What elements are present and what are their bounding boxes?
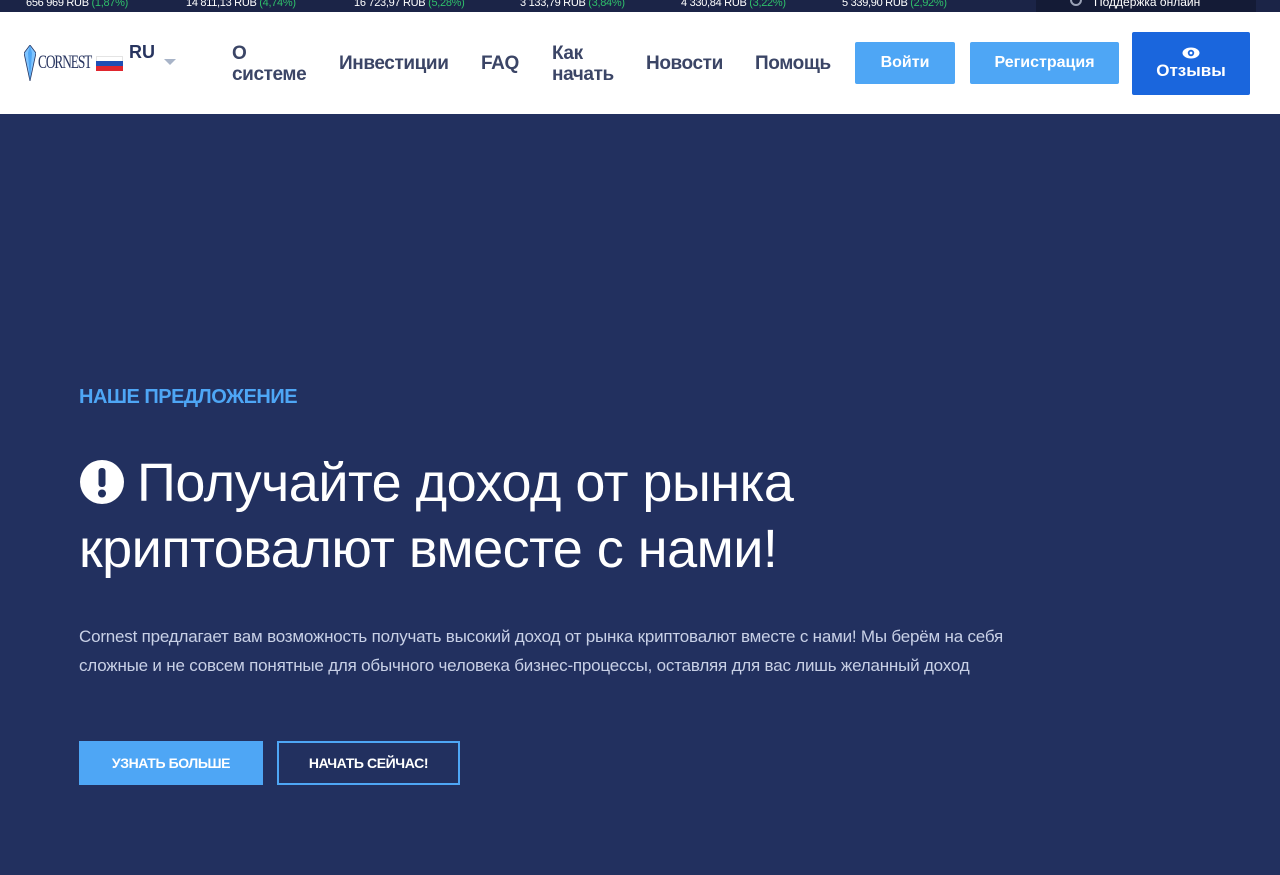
learn-more-button[interactable]: УЗНАТЬ БОЛЬШЕ (79, 741, 263, 785)
nav-news[interactable]: Новости (646, 53, 723, 74)
eye-icon (1182, 47, 1200, 58)
ticker-item: 14 811,13 RUB (4,74%) (186, 0, 296, 9)
ticker-item: 5 339,90 RUB (2,92%) (842, 0, 947, 9)
start-now-button[interactable]: НАЧАТЬ СЕЙЧАС! (277, 741, 460, 785)
hero-kicker: НАШЕ ПРЕДЛОЖЕНИЕ (79, 386, 298, 408)
nav-about[interactable]: Осистеме (232, 43, 307, 85)
description-line-2: сложные и не совсем понятные для обычног… (79, 656, 970, 675)
register-button[interactable]: Регистрация (970, 42, 1119, 84)
ticker-item: 656 969 RUB (1,87%) (26, 0, 128, 9)
hero-headline: Получайте доход от рынка криптовалют вме… (79, 450, 979, 582)
nav-how-to-start[interactable]: Как начать (552, 43, 614, 85)
hero-description: Cornest предлагает вам возможность получ… (79, 622, 1169, 680)
login-button[interactable]: Войти (855, 42, 955, 84)
support-label: Поддержка онлайн (1094, 0, 1201, 9)
ru-flag-icon[interactable] (96, 56, 123, 71)
nav-investments[interactable]: Инвестиции (339, 53, 449, 74)
support-online-button[interactable]: Поддержка онлайн (1036, 0, 1256, 12)
exclamation-circle-icon (80, 460, 124, 504)
nav-faq[interactable]: FAQ (481, 53, 519, 74)
headline-line-1: Получайте доход от рынка (137, 453, 794, 513)
reviews-button[interactable]: Отзывы (1132, 32, 1250, 95)
reviews-label: Отзывы (1156, 60, 1226, 80)
ticker-item: 3 133,79 RUB (3,84%) (520, 0, 625, 9)
ticker-item: 16 723,97 RUB (5,28%) (354, 0, 465, 9)
logo-text: CORNEST (38, 52, 92, 73)
nav-help[interactable]: Помощь (755, 53, 831, 74)
language-selector[interactable]: RU (129, 42, 155, 63)
description-line-1: Cornest предлагает вам возможность получ… (79, 627, 1004, 646)
crypto-ticker: 656 969 RUB (1,87%) 14 811,13 RUB (4,74%… (0, 0, 1280, 12)
site-header: CORNEST RU Осистеме Инвестиции FAQ Как на… (0, 12, 1280, 114)
chevron-down-icon[interactable] (164, 59, 176, 65)
ticker-item: 4 330,84 RUB (3,22%) (681, 0, 786, 9)
gem-logo-icon (24, 45, 36, 81)
support-icon (1070, 0, 1082, 6)
headline-line-2: криптовалют вместе с нами! (79, 519, 778, 579)
